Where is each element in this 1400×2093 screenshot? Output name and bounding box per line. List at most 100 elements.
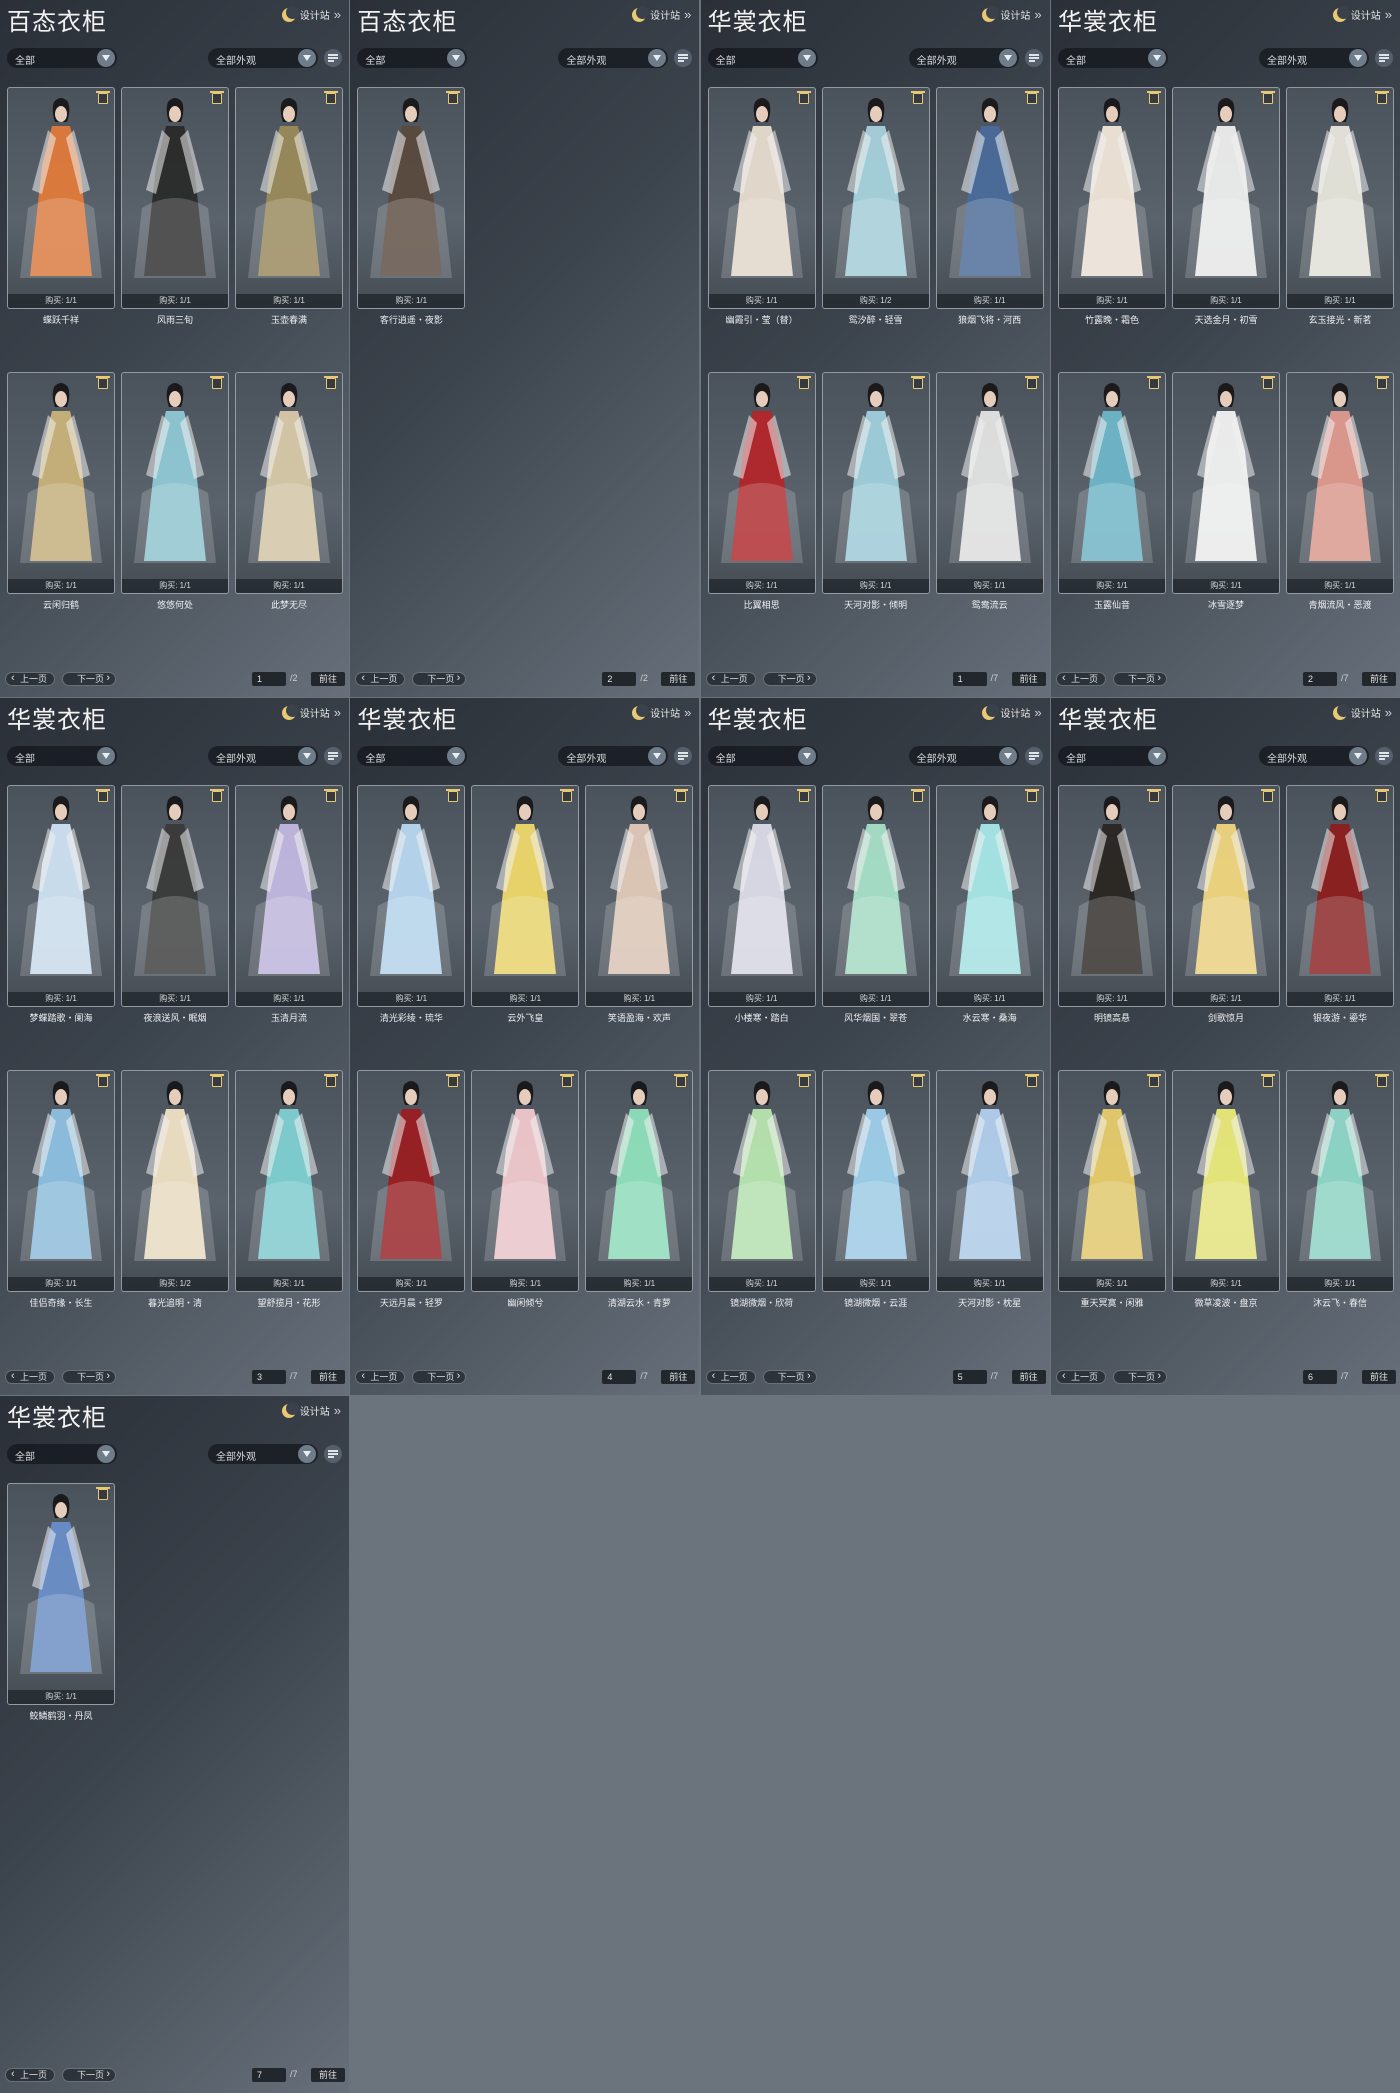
- prev-page-button[interactable]: 上一页: [5, 2068, 55, 2082]
- trash-icon[interactable]: [96, 91, 110, 104]
- page-number-input[interactable]: 6: [1302, 1370, 1337, 1384]
- outfit-card[interactable]: 购买: 1/1: [1285, 785, 1394, 1007]
- prev-page-button[interactable]: 上一页: [5, 1370, 55, 1384]
- appearance-dropdown[interactable]: 全部外观: [908, 48, 1019, 68]
- category-dropdown[interactable]: 全部: [7, 48, 117, 68]
- go-to-page-button[interactable]: 前往: [1011, 1370, 1046, 1384]
- outfit-card[interactable]: 购买: 1/1: [821, 1070, 930, 1292]
- design-station-button[interactable]: 设计站»: [982, 703, 1042, 720]
- trash-icon[interactable]: [1024, 376, 1039, 389]
- outfit-card[interactable]: 购买: 1/1: [121, 785, 229, 1007]
- outfit-card[interactable]: 购买: 1/1: [1057, 87, 1166, 309]
- outfit-card[interactable]: 购买: 1/1: [707, 372, 816, 594]
- page-number-input[interactable]: 4: [602, 1370, 637, 1384]
- filter-icon[interactable]: [1024, 49, 1043, 67]
- page-number-input[interactable]: 1: [252, 672, 286, 686]
- trash-icon[interactable]: [1146, 789, 1161, 802]
- trash-icon[interactable]: [910, 376, 925, 389]
- outfit-card[interactable]: 购买: 1/1: [935, 87, 1044, 309]
- next-page-button[interactable]: 下一页: [1112, 1370, 1167, 1384]
- trash-icon[interactable]: [1024, 91, 1039, 104]
- go-to-page-button[interactable]: 前往: [311, 2068, 345, 2082]
- outfit-card[interactable]: 购买: 1/1: [1171, 87, 1280, 309]
- next-page-button[interactable]: 下一页: [762, 672, 817, 686]
- filter-icon[interactable]: [1374, 49, 1393, 67]
- go-to-page-button[interactable]: 前往: [311, 1370, 345, 1384]
- appearance-dropdown[interactable]: 全部外观: [208, 1444, 318, 1464]
- outfit-card[interactable]: 购买: 1/1: [935, 372, 1044, 594]
- trash-icon[interactable]: [1146, 1074, 1161, 1087]
- trash-icon[interactable]: [910, 91, 925, 104]
- outfit-card[interactable]: 购买: 1/1: [1057, 372, 1166, 594]
- appearance-dropdown[interactable]: 全部外观: [558, 48, 669, 68]
- next-page-button[interactable]: 下一页: [1112, 672, 1167, 686]
- trash-icon[interactable]: [446, 1074, 461, 1087]
- next-page-button[interactable]: 下一页: [62, 2068, 116, 2082]
- trash-icon[interactable]: [446, 91, 461, 104]
- filter-icon[interactable]: [1024, 747, 1043, 765]
- trash-icon[interactable]: [796, 789, 811, 802]
- outfit-card[interactable]: 购买: 1/2: [121, 1070, 229, 1292]
- prev-page-button[interactable]: 上一页: [1055, 1370, 1106, 1384]
- trash-icon[interactable]: [324, 789, 338, 802]
- outfit-card[interactable]: 购买: 1/1: [707, 785, 816, 1007]
- prev-page-button[interactable]: 上一页: [705, 672, 756, 686]
- trash-icon[interactable]: [796, 91, 811, 104]
- appearance-dropdown[interactable]: 全部外观: [558, 746, 669, 766]
- appearance-dropdown[interactable]: 全部外观: [1258, 48, 1369, 68]
- trash-icon[interactable]: [560, 1074, 575, 1087]
- outfit-card[interactable]: 购买: 1/1: [585, 785, 694, 1007]
- trash-icon[interactable]: [210, 789, 224, 802]
- outfit-card[interactable]: 购买: 1/1: [7, 87, 115, 309]
- filter-icon[interactable]: [1374, 747, 1393, 765]
- outfit-card[interactable]: 购买: 1/1: [471, 1070, 580, 1292]
- outfit-card[interactable]: 购买: 1/1: [1171, 372, 1280, 594]
- category-dropdown[interactable]: 全部: [1057, 746, 1168, 766]
- trash-icon[interactable]: [1024, 789, 1039, 802]
- outfit-card[interactable]: 购买: 1/1: [7, 1070, 115, 1292]
- outfit-card[interactable]: 购买: 1/1: [357, 1070, 466, 1292]
- filter-icon[interactable]: [324, 49, 342, 67]
- outfit-card[interactable]: 购买: 1/1: [935, 785, 1044, 1007]
- category-dropdown[interactable]: 全部: [7, 746, 117, 766]
- trash-icon[interactable]: [96, 1074, 110, 1087]
- outfit-card[interactable]: 购买: 1/1: [821, 372, 930, 594]
- outfit-card[interactable]: 购买: 1/1: [1285, 87, 1394, 309]
- category-dropdown[interactable]: 全部: [357, 48, 468, 68]
- prev-page-button[interactable]: 上一页: [355, 1370, 406, 1384]
- outfit-card[interactable]: 购买: 1/1: [7, 1483, 115, 1705]
- filter-icon[interactable]: [324, 747, 342, 765]
- outfit-card[interactable]: 购买: 1/1: [471, 785, 580, 1007]
- page-number-input[interactable]: 2: [602, 672, 637, 686]
- appearance-dropdown[interactable]: 全部外观: [908, 746, 1019, 766]
- outfit-card[interactable]: 购买: 1/1: [1285, 1070, 1394, 1292]
- next-page-button[interactable]: 下一页: [62, 672, 116, 686]
- outfit-card[interactable]: 购买: 1/1: [707, 1070, 816, 1292]
- page-number-input[interactable]: 1: [952, 672, 987, 686]
- trash-icon[interactable]: [1374, 376, 1389, 389]
- trash-icon[interactable]: [1260, 789, 1275, 802]
- prev-page-button[interactable]: 上一页: [1055, 672, 1106, 686]
- outfit-card[interactable]: 购买: 1/1: [707, 87, 816, 309]
- outfit-card[interactable]: 购买: 1/1: [121, 87, 229, 309]
- design-station-button[interactable]: 设计站»: [281, 703, 341, 720]
- outfit-card[interactable]: 购买: 1/1: [585, 1070, 694, 1292]
- design-station-button[interactable]: 设计站»: [632, 5, 691, 22]
- trash-icon[interactable]: [324, 91, 338, 104]
- appearance-dropdown[interactable]: 全部外观: [208, 746, 318, 766]
- category-dropdown[interactable]: 全部: [707, 48, 818, 68]
- trash-icon[interactable]: [96, 1487, 110, 1500]
- prev-page-button[interactable]: 上一页: [705, 1370, 756, 1384]
- category-dropdown[interactable]: 全部: [357, 746, 468, 766]
- design-station-button[interactable]: 设计站»: [632, 703, 691, 720]
- go-to-page-button[interactable]: 前往: [1011, 672, 1046, 686]
- trash-icon[interactable]: [1260, 91, 1275, 104]
- design-station-button[interactable]: 设计站»: [1332, 5, 1392, 22]
- outfit-card[interactable]: 购买: 1/1: [7, 372, 115, 594]
- outfit-card[interactable]: 购买: 1/1: [935, 1070, 1044, 1292]
- outfit-card[interactable]: 购买: 1/1: [1057, 785, 1166, 1007]
- trash-icon[interactable]: [674, 1074, 689, 1087]
- trash-icon[interactable]: [560, 789, 575, 802]
- outfit-card[interactable]: 购买: 1/2: [821, 87, 930, 309]
- trash-icon[interactable]: [674, 789, 689, 802]
